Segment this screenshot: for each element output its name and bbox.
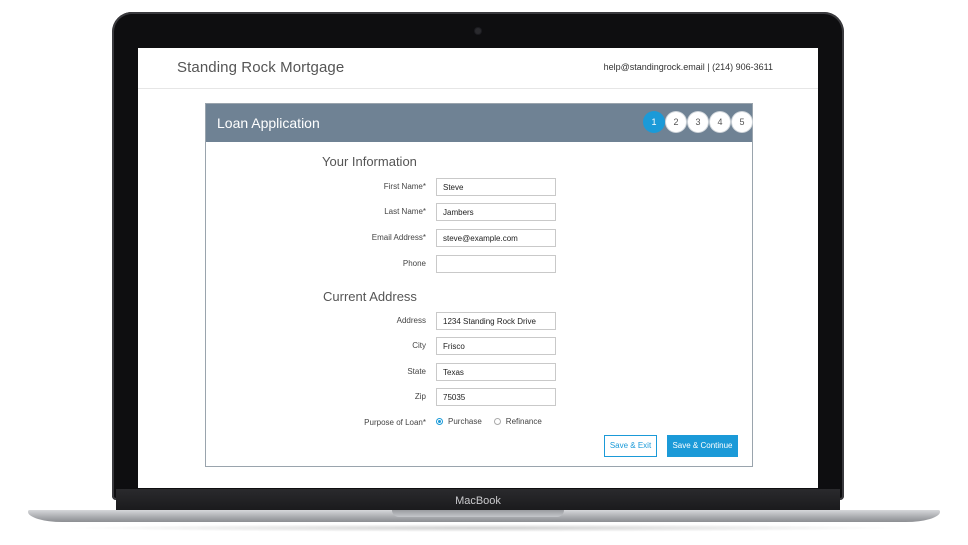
- phone-row: Phone: [206, 255, 752, 275]
- step-4[interactable]: 4: [710, 112, 730, 132]
- purpose-row: Purpose of Loan* Purchase Refinance: [206, 414, 752, 434]
- radio-purchase-dot[interactable]: [436, 418, 443, 425]
- purpose-label: Purpose of Loan*: [364, 418, 426, 427]
- site-brand[interactable]: Standing Rock Mortgage: [177, 59, 344, 76]
- radio-purchase[interactable]: Purchase: [436, 417, 482, 426]
- city-row: City: [206, 337, 752, 357]
- step-2[interactable]: 2: [666, 112, 686, 132]
- address-label: Address: [396, 316, 426, 325]
- email-input[interactable]: [436, 229, 556, 247]
- form-title: Loan Application: [217, 115, 320, 131]
- zip-label: Zip: [414, 392, 426, 401]
- address-input[interactable]: [436, 312, 556, 330]
- last-name-input[interactable]: [436, 203, 556, 221]
- laptop-chin: MacBook: [116, 489, 840, 511]
- address-row: Address: [206, 312, 752, 332]
- zip-row: Zip: [206, 388, 752, 408]
- phone-input[interactable]: [436, 255, 556, 273]
- email-row: Email Address*: [206, 229, 752, 249]
- state-label: State: [407, 367, 426, 376]
- radio-refinance[interactable]: Refinance: [493, 417, 542, 426]
- city-label: City: [412, 341, 426, 350]
- purpose-options: Purchase Refinance: [436, 417, 542, 426]
- last-name-row: Last Name*: [206, 203, 752, 223]
- section-your-information: Your Information: [322, 154, 417, 169]
- radio-purchase-label: Purchase: [448, 417, 482, 426]
- city-input[interactable]: [436, 337, 556, 355]
- first-name-input[interactable]: [436, 178, 556, 196]
- radio-refinance-dot[interactable]: [493, 418, 501, 425]
- laptop-shadow: [60, 524, 910, 532]
- loan-application-card: Loan Application 1 2 3 4 5 Your Informat…: [205, 103, 753, 467]
- step-indicator: 1 2 3 4 5: [644, 112, 752, 132]
- step-1[interactable]: 1: [644, 112, 664, 132]
- card-header: Loan Application 1 2 3 4 5: [206, 104, 752, 142]
- phone-label: Phone: [402, 259, 426, 268]
- site-header: Standing Rock Mortgage help@standingrock…: [138, 48, 818, 89]
- radio-refinance-label: Refinance: [505, 417, 542, 426]
- step-5[interactable]: 5: [732, 112, 752, 132]
- screen: Standing Rock Mortgage help@standingrock…: [138, 48, 818, 488]
- first-name-label: First Name*: [383, 182, 426, 191]
- state-input[interactable]: [436, 363, 556, 381]
- save-continue-button[interactable]: Save & Continue: [667, 435, 738, 457]
- step-3[interactable]: 3: [688, 112, 708, 132]
- email-label: Email Address*: [371, 233, 426, 242]
- camera: [475, 28, 481, 34]
- contact-info: help@standingrock.email | (214) 906-3611: [603, 62, 773, 72]
- laptop-notch: [392, 510, 564, 517]
- first-name-row: First Name*: [206, 178, 752, 198]
- zip-input[interactable]: [436, 388, 556, 406]
- state-row: State: [206, 363, 752, 383]
- section-current-address: Current Address: [323, 289, 417, 304]
- last-name-label: Last Name*: [384, 207, 426, 216]
- save-exit-button[interactable]: Save & Exit: [604, 435, 657, 457]
